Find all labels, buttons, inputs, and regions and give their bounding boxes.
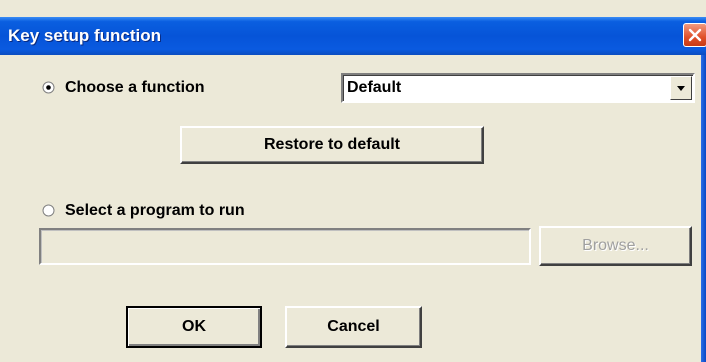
ok-label: OK bbox=[182, 318, 206, 335]
radio-selected-icon bbox=[46, 85, 51, 90]
dropdown-arrow-button[interactable] bbox=[670, 76, 692, 100]
restore-default-label: Restore to default bbox=[263, 136, 400, 153]
radio-unselected-icon bbox=[42, 204, 55, 217]
window-title: Key setup function bbox=[8, 26, 162, 45]
cancel-button[interactable]: Cancel bbox=[285, 306, 422, 348]
program-option-label[interactable]: Select a program to run bbox=[65, 202, 245, 220]
program-path-field[interactable] bbox=[39, 228, 531, 265]
program-radio-button[interactable] bbox=[42, 204, 55, 217]
ok-button[interactable]: OK bbox=[126, 306, 262, 348]
title-bar[interactable]: Key setup function bbox=[0, 17, 706, 55]
chevron-down-icon bbox=[677, 86, 685, 91]
key-setup-dialog: Key setup function Choose a function Def… bbox=[0, 0, 706, 362]
window-frame-right bbox=[701, 55, 706, 362]
cancel-label: Cancel bbox=[327, 318, 380, 335]
function-radio-button[interactable] bbox=[42, 81, 55, 94]
function-option-label[interactable]: Choose a function bbox=[65, 79, 205, 97]
function-dropdown[interactable]: Default bbox=[341, 73, 695, 103]
browse-button[interactable]: Browse... bbox=[539, 226, 692, 266]
close-icon bbox=[688, 28, 702, 42]
close-button[interactable] bbox=[683, 23, 706, 47]
function-dropdown-value: Default bbox=[347, 79, 402, 96]
browse-label: Browse... bbox=[582, 237, 649, 254]
restore-default-button[interactable]: Restore to default bbox=[180, 126, 484, 164]
